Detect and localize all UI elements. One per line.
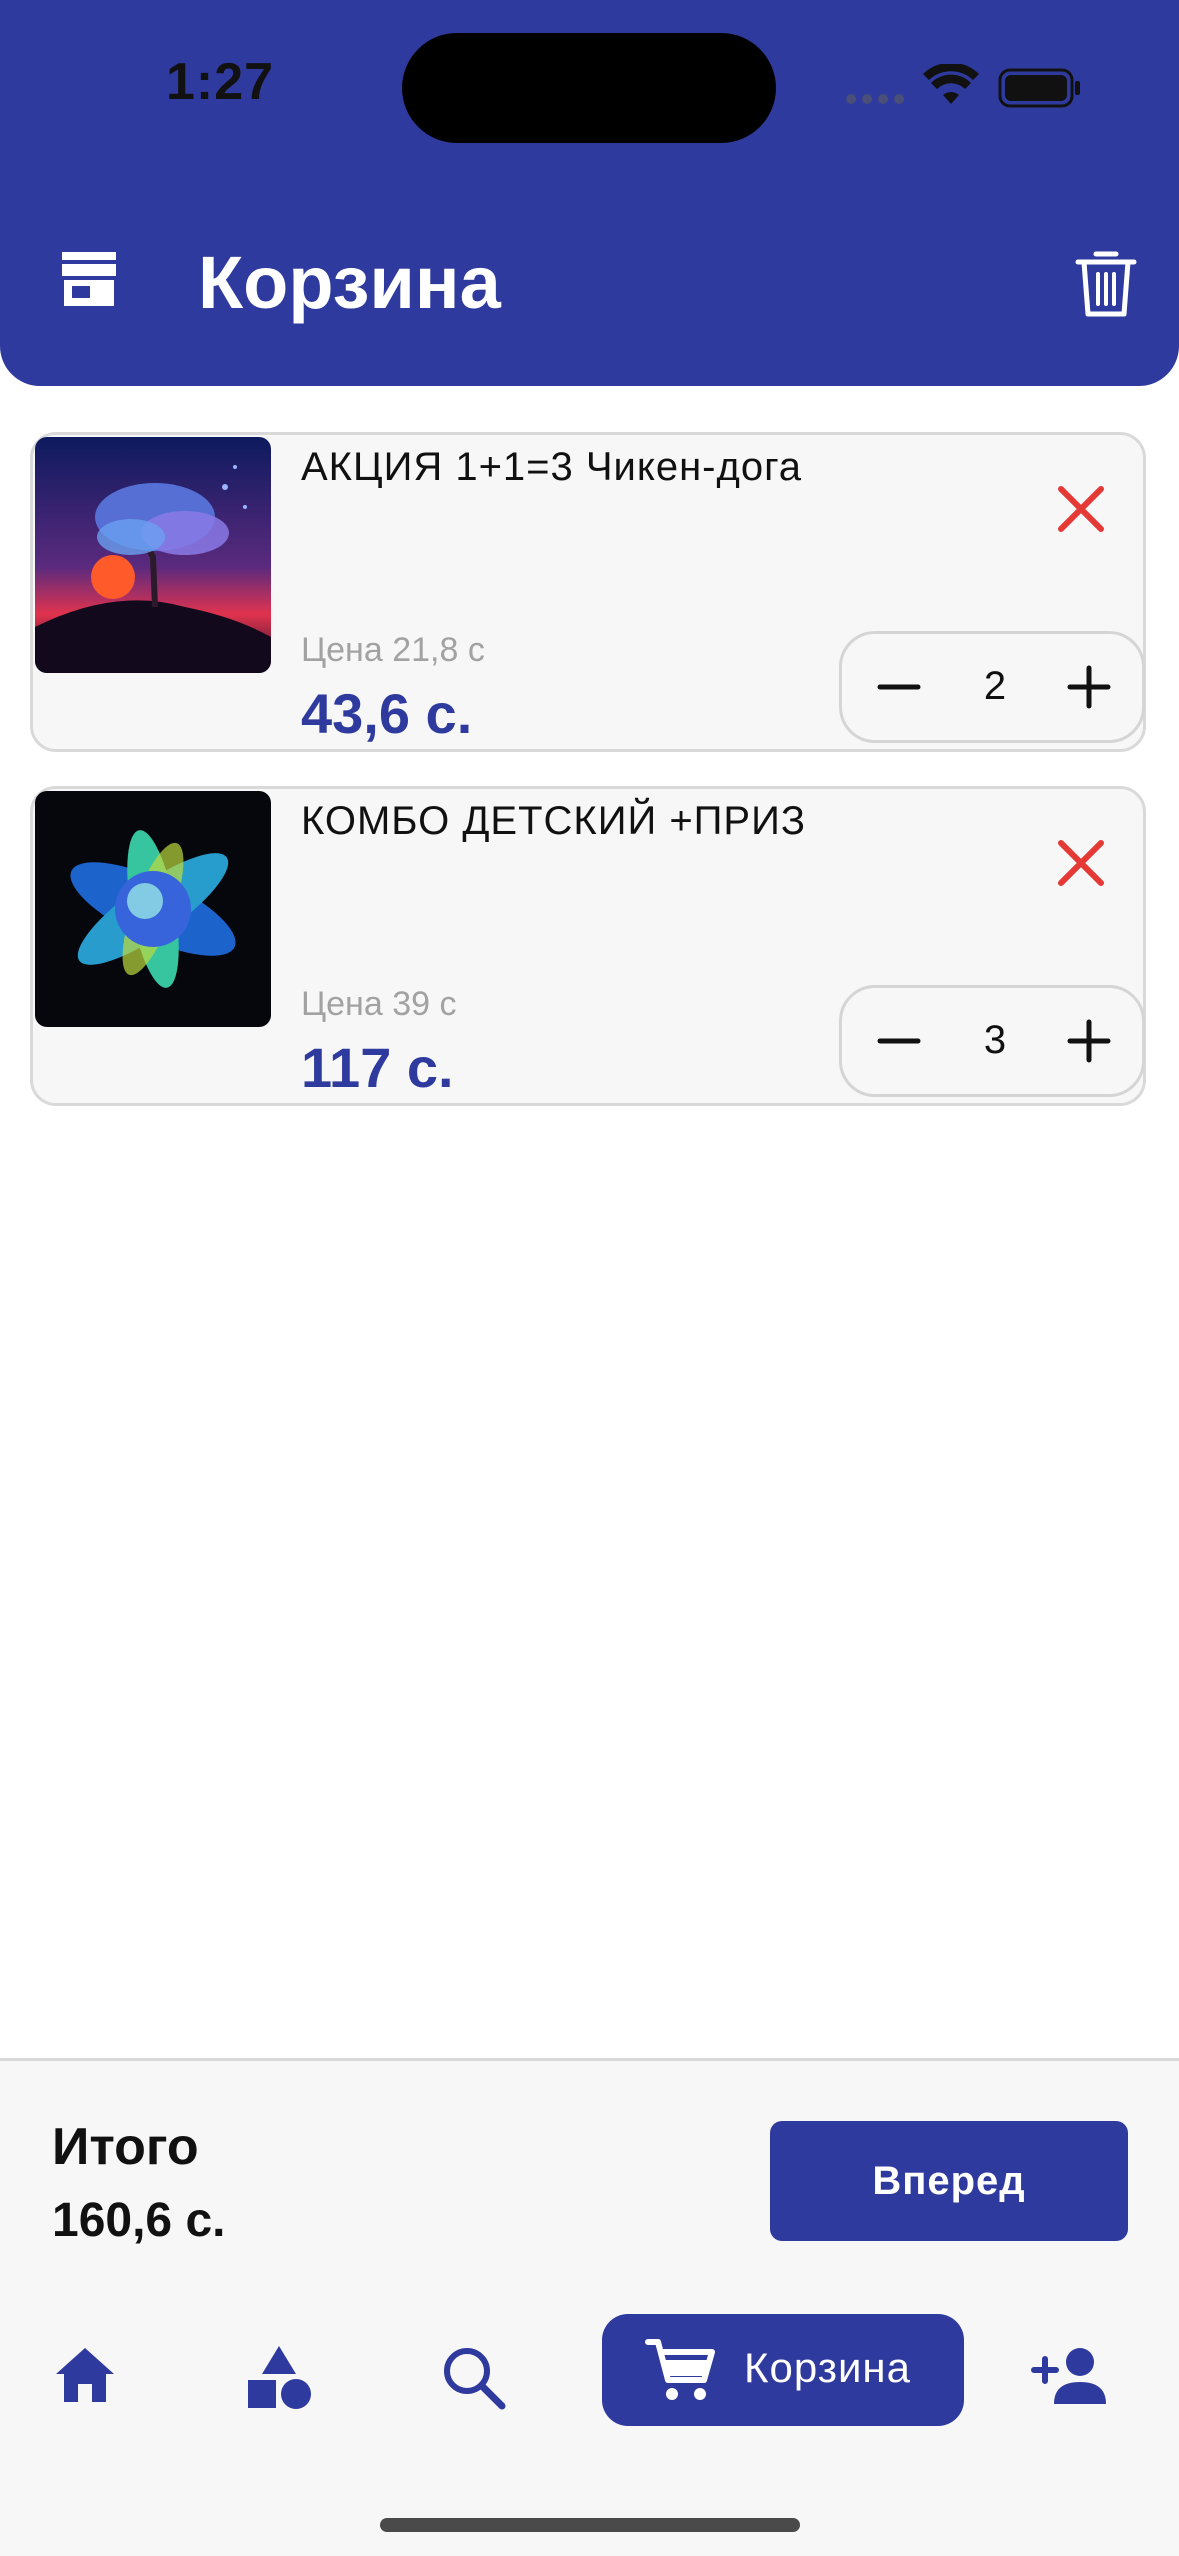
add-user-icon[interactable] [1030,2344,1110,2406]
quantity-stepper: 2 [839,631,1145,743]
dynamic-island [402,33,776,143]
categories-icon[interactable] [246,2344,312,2410]
bottom-nav: Корзина [0,2286,1179,2556]
quantity-value: 3 [983,1018,1007,1062]
cart-item: АКЦИЯ 1+1=3 Чикен-дога Цена 21,8 с 43,6 … [30,432,1146,752]
home-icon[interactable] [52,2344,118,2406]
battery-icon [998,68,1080,108]
wifi-icon [923,64,979,104]
product-image [35,791,271,1027]
order-summary: Итого 160,6 с. Вперед [0,2058,1179,2286]
unit-price: Цена 39 с [301,985,457,1023]
next-button[interactable]: Вперед [770,2121,1128,2241]
item-total-price: 43,6 с. [301,682,473,745]
cart-icon [645,2339,715,2400]
quantity-stepper: 3 [839,985,1145,1097]
product-image [35,437,271,673]
item-total-price: 117 с. [301,1036,454,1099]
plus-icon[interactable] [1060,1012,1118,1070]
remove-item-icon[interactable] [1053,481,1109,537]
home-indicator [380,2518,800,2532]
app-header: 1:27 Корзина [0,0,1179,386]
product-name: АКЦИЯ 1+1=3 Чикен-дога [301,445,803,489]
store-icon[interactable] [60,252,118,308]
nav-cart-label: Корзина [744,2344,911,2391]
remove-item-icon[interactable] [1053,835,1109,891]
minus-icon[interactable] [870,658,928,716]
nav-item-cart[interactable]: Корзина [602,2314,964,2426]
search-icon[interactable] [440,2344,506,2410]
cellular-signal-icon [846,94,904,104]
total-value: 160,6 с. [52,2194,226,2247]
product-name: КОМБО ДЕТСКИЙ +ПРИЗ [301,799,807,843]
quantity-value: 2 [983,664,1007,708]
status-time: 1:27 [166,53,275,111]
cart-item: КОМБО ДЕТСКИЙ +ПРИЗ Цена 39 с 117 с. 3 [30,786,1146,1106]
total-label: Итого [52,2118,199,2176]
unit-price: Цена 21,8 с [301,631,485,669]
minus-icon[interactable] [870,1012,928,1070]
trash-icon[interactable] [1074,248,1138,320]
plus-icon[interactable] [1060,658,1118,716]
page-title: Корзина [198,241,501,324]
